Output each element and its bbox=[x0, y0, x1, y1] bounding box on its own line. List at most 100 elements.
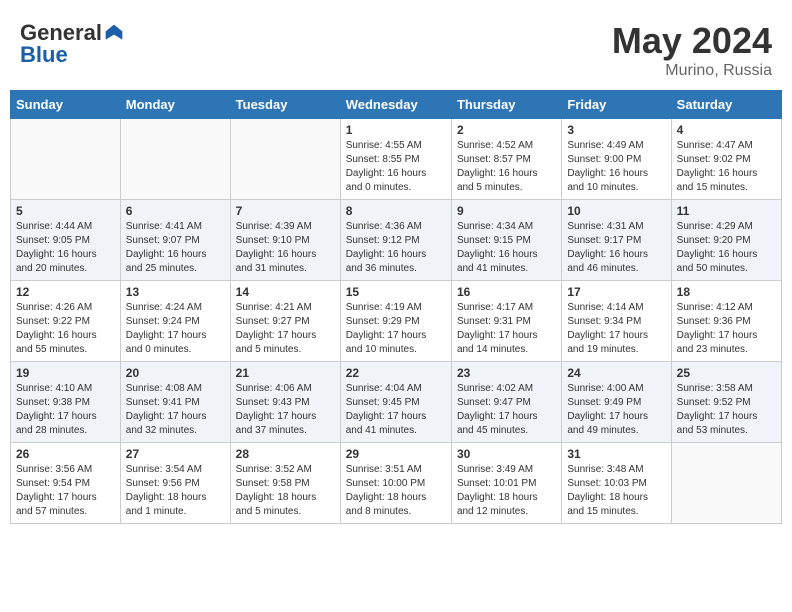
day-number: 25 bbox=[677, 366, 776, 380]
calendar-day-cell: 13Sunrise: 4:24 AM Sunset: 9:24 PM Dayli… bbox=[120, 281, 230, 362]
calendar-day-cell: 20 Sunrise: 4:08 AM Sunset: 9:41 PM Dayli… bbox=[120, 362, 230, 443]
day-info: Sunrise: 4:21 AM Sunset: 9:27 PM Dayligh… bbox=[236, 301, 335, 357]
day-number: 6 bbox=[126, 204, 225, 218]
calendar-week-row: 19Sunrise: 4:10 AM Sunset: 9:38 PM Dayli… bbox=[11, 362, 782, 443]
calendar-day-cell: 1 Sunrise: 4:55 AM Sunset: 8:55 PM Daylig… bbox=[340, 119, 451, 200]
calendar-day-cell: 23Sunrise: 4:02 AM Sunset: 9:47 PM Dayli… bbox=[451, 362, 561, 443]
calendar-day-cell: 9 Sunrise: 4:34 AM Sunset: 9:15 PM Daylig… bbox=[451, 200, 561, 281]
calendar-day-cell: 3 Sunrise: 4:49 AM Sunset: 9:00 PM Daylig… bbox=[562, 119, 671, 200]
day-info: Sunrise: 4:31 AM Sunset: 9:17 PM Dayligh… bbox=[567, 220, 665, 276]
calendar-day-cell: 7 Sunrise: 4:39 AM Sunset: 9:10 PM Daylig… bbox=[230, 200, 340, 281]
day-number: 22 bbox=[346, 366, 446, 380]
calendar-day-cell: 12 Sunrise: 4:26 AM Sunset: 9:22 PM Dayli… bbox=[11, 281, 121, 362]
day-info: Sunrise: 4:52 AM Sunset: 8:57 PM Dayligh… bbox=[457, 139, 556, 195]
calendar-day-cell: 27 Sunrise: 3:54 AM Sunset: 9:56 PM Dayli… bbox=[120, 443, 230, 524]
day-info: Sunrise: 4:08 AM Sunset: 9:41 PM Dayligh… bbox=[126, 382, 225, 438]
day-info: Sunrise: 3:54 AM Sunset: 9:56 PM Dayligh… bbox=[126, 463, 225, 519]
calendar-day-cell: 10Sunrise: 4:31 AM Sunset: 9:17 PM Dayli… bbox=[562, 200, 671, 281]
day-number: 18 bbox=[677, 285, 776, 299]
calendar-day-cell: 6Sunrise: 4:41 AM Sunset: 9:07 PM Daylig… bbox=[120, 200, 230, 281]
weekday-header-wednesday: Wednesday bbox=[340, 91, 451, 119]
day-number: 16 bbox=[457, 285, 556, 299]
calendar-day-cell: 17Sunrise: 4:14 AM Sunset: 9:34 PM Dayli… bbox=[562, 281, 671, 362]
calendar-week-row: 12 Sunrise: 4:26 AM Sunset: 9:22 PM Dayli… bbox=[11, 281, 782, 362]
day-info: Sunrise: 4:49 AM Sunset: 9:00 PM Dayligh… bbox=[567, 139, 665, 195]
day-info: Sunrise: 3:48 AM Sunset: 10:03 PM Daylig… bbox=[567, 463, 665, 519]
calendar-day-cell bbox=[11, 119, 121, 200]
logo-blue-text: Blue bbox=[20, 42, 124, 68]
day-info: Sunrise: 4:17 AM Sunset: 9:31 PM Dayligh… bbox=[457, 301, 556, 357]
page-header: General Blue May 2024 Murino, Russia bbox=[10, 10, 782, 85]
weekday-header-saturday: Saturday bbox=[671, 91, 781, 119]
calendar-day-cell: 25 Sunrise: 3:58 AM Sunset: 9:52 PM Dayli… bbox=[671, 362, 781, 443]
day-number: 11 bbox=[677, 204, 776, 218]
day-number: 26 bbox=[16, 447, 115, 461]
calendar-day-cell: 22 Sunrise: 4:04 AM Sunset: 9:45 PM Dayli… bbox=[340, 362, 451, 443]
location-subtitle: Murino, Russia bbox=[612, 62, 772, 80]
day-info: Sunrise: 4:19 AM Sunset: 9:29 PM Dayligh… bbox=[346, 301, 446, 357]
day-number: 5 bbox=[16, 204, 115, 218]
calendar-day-cell: 8 Sunrise: 4:36 AM Sunset: 9:12 PM Daylig… bbox=[340, 200, 451, 281]
day-number: 29 bbox=[346, 447, 446, 461]
calendar-day-cell: 26 Sunrise: 3:56 AM Sunset: 9:54 PM Dayli… bbox=[11, 443, 121, 524]
calendar-day-cell: 31 Sunrise: 3:48 AM Sunset: 10:03 PM Dayl… bbox=[562, 443, 671, 524]
day-info: Sunrise: 3:52 AM Sunset: 9:58 PM Dayligh… bbox=[236, 463, 335, 519]
calendar-day-cell: 24Sunrise: 4:00 AM Sunset: 9:49 PM Dayli… bbox=[562, 362, 671, 443]
day-info: Sunrise: 4:36 AM Sunset: 9:12 PM Dayligh… bbox=[346, 220, 446, 276]
calendar-day-cell: 16 Sunrise: 4:17 AM Sunset: 9:31 PM Dayli… bbox=[451, 281, 561, 362]
day-number: 28 bbox=[236, 447, 335, 461]
calendar-day-cell: 15 Sunrise: 4:19 AM Sunset: 9:29 PM Dayli… bbox=[340, 281, 451, 362]
calendar-header-row: SundayMondayTuesdayWednesdayThursdayFrid… bbox=[11, 91, 782, 119]
day-info: Sunrise: 3:56 AM Sunset: 9:54 PM Dayligh… bbox=[16, 463, 115, 519]
calendar-week-row: 5Sunrise: 4:44 AM Sunset: 9:05 PM Daylig… bbox=[11, 200, 782, 281]
calendar-day-cell: 4Sunrise: 4:47 AM Sunset: 9:02 PM Daylig… bbox=[671, 119, 781, 200]
day-info: Sunrise: 4:47 AM Sunset: 9:02 PM Dayligh… bbox=[677, 139, 776, 195]
calendar-day-cell: 11 Sunrise: 4:29 AM Sunset: 9:20 PM Dayli… bbox=[671, 200, 781, 281]
day-number: 15 bbox=[346, 285, 446, 299]
day-info: Sunrise: 4:34 AM Sunset: 9:15 PM Dayligh… bbox=[457, 220, 556, 276]
day-number: 30 bbox=[457, 447, 556, 461]
weekday-header-monday: Monday bbox=[120, 91, 230, 119]
day-info: Sunrise: 4:10 AM Sunset: 9:38 PM Dayligh… bbox=[16, 382, 115, 438]
calendar-day-cell: 18Sunrise: 4:12 AM Sunset: 9:36 PM Dayli… bbox=[671, 281, 781, 362]
calendar-day-cell: 2 Sunrise: 4:52 AM Sunset: 8:57 PM Daylig… bbox=[451, 119, 561, 200]
day-number: 12 bbox=[16, 285, 115, 299]
day-info: Sunrise: 4:02 AM Sunset: 9:47 PM Dayligh… bbox=[457, 382, 556, 438]
day-info: Sunrise: 3:58 AM Sunset: 9:52 PM Dayligh… bbox=[677, 382, 776, 438]
day-info: Sunrise: 4:26 AM Sunset: 9:22 PM Dayligh… bbox=[16, 301, 115, 357]
weekday-header-thursday: Thursday bbox=[451, 91, 561, 119]
calendar-day-cell bbox=[230, 119, 340, 200]
day-number: 21 bbox=[236, 366, 335, 380]
logo-icon bbox=[104, 23, 124, 43]
day-number: 8 bbox=[346, 204, 446, 218]
day-info: Sunrise: 4:29 AM Sunset: 9:20 PM Dayligh… bbox=[677, 220, 776, 276]
day-number: 20 bbox=[126, 366, 225, 380]
day-info: Sunrise: 3:49 AM Sunset: 10:01 PM Daylig… bbox=[457, 463, 556, 519]
calendar-day-cell: 5Sunrise: 4:44 AM Sunset: 9:05 PM Daylig… bbox=[11, 200, 121, 281]
day-number: 1 bbox=[346, 123, 446, 137]
day-number: 2 bbox=[457, 123, 556, 137]
calendar-day-cell: 14Sunrise: 4:21 AM Sunset: 9:27 PM Dayli… bbox=[230, 281, 340, 362]
day-number: 7 bbox=[236, 204, 335, 218]
calendar-day-cell: 19Sunrise: 4:10 AM Sunset: 9:38 PM Dayli… bbox=[11, 362, 121, 443]
calendar-day-cell: 29Sunrise: 3:51 AM Sunset: 10:00 PM Dayl… bbox=[340, 443, 451, 524]
calendar-day-cell bbox=[120, 119, 230, 200]
calendar-day-cell: 21 Sunrise: 4:06 AM Sunset: 9:43 PM Dayli… bbox=[230, 362, 340, 443]
day-number: 3 bbox=[567, 123, 665, 137]
day-info: Sunrise: 4:06 AM Sunset: 9:43 PM Dayligh… bbox=[236, 382, 335, 438]
calendar-day-cell: 28 Sunrise: 3:52 AM Sunset: 9:58 PM Dayli… bbox=[230, 443, 340, 524]
day-info: Sunrise: 4:04 AM Sunset: 9:45 PM Dayligh… bbox=[346, 382, 446, 438]
day-info: Sunrise: 4:55 AM Sunset: 8:55 PM Dayligh… bbox=[346, 139, 446, 195]
weekday-header-tuesday: Tuesday bbox=[230, 91, 340, 119]
month-year-title: May 2024 bbox=[612, 20, 772, 62]
calendar-table: SundayMondayTuesdayWednesdayThursdayFrid… bbox=[10, 90, 782, 524]
day-number: 9 bbox=[457, 204, 556, 218]
day-info: Sunrise: 4:39 AM Sunset: 9:10 PM Dayligh… bbox=[236, 220, 335, 276]
calendar-day-cell bbox=[671, 443, 781, 524]
month-title-block: May 2024 Murino, Russia bbox=[612, 20, 772, 80]
logo: General Blue bbox=[20, 20, 124, 68]
day-number: 31 bbox=[567, 447, 665, 461]
day-number: 13 bbox=[126, 285, 225, 299]
day-number: 27 bbox=[126, 447, 225, 461]
day-number: 17 bbox=[567, 285, 665, 299]
